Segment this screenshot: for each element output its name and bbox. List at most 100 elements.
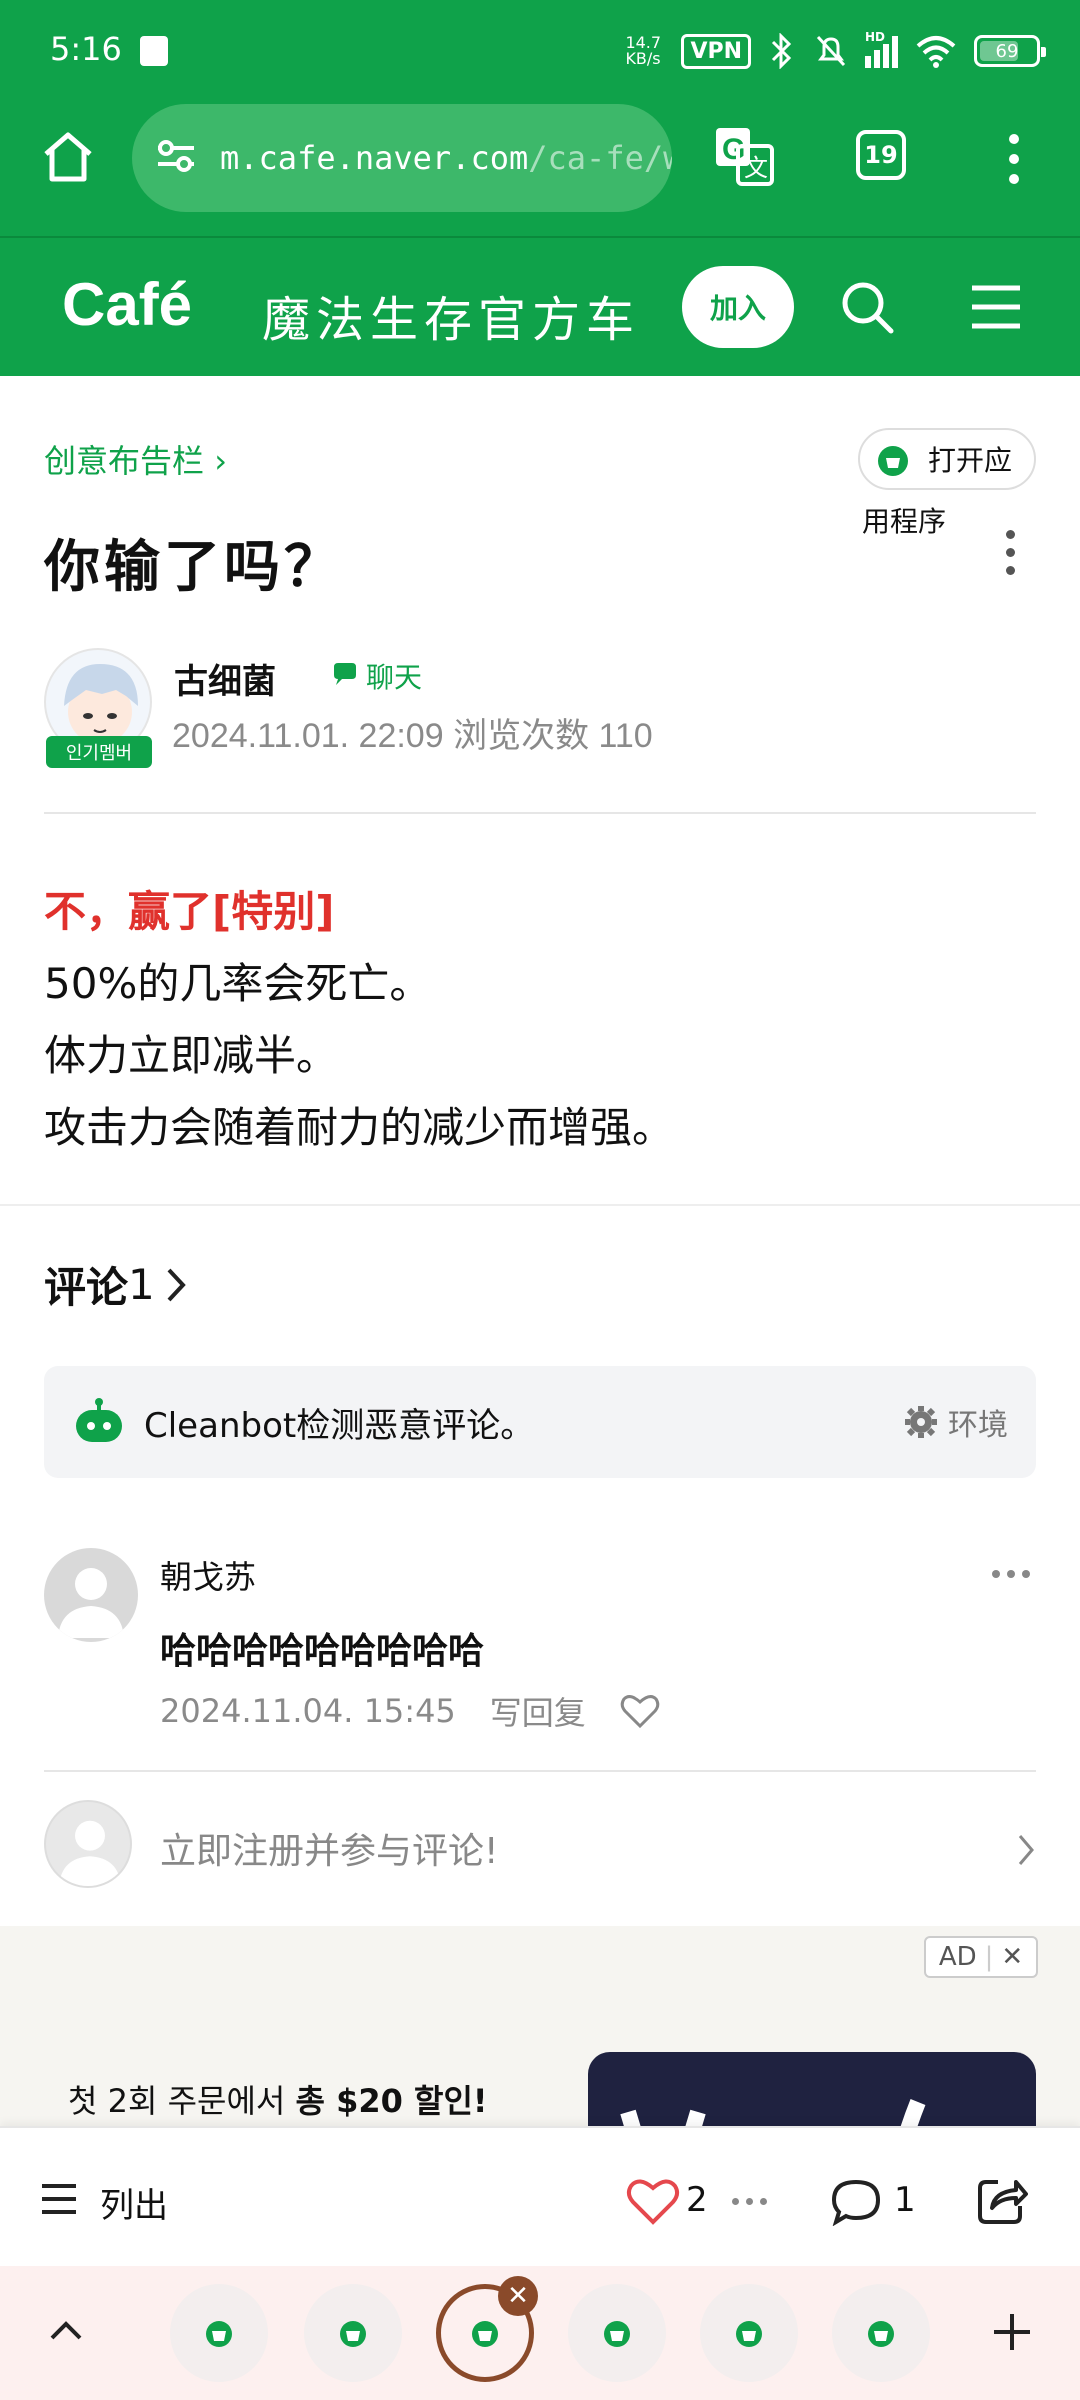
cafe-header: Café 魔法生存官方车 加入 <box>0 236 1080 376</box>
battery-level: 69 <box>995 40 1019 62</box>
cleanbot-banner: Cleanbot检测恶意评论。 环境 <box>44 1366 1036 1478</box>
comment-more-icon[interactable] <box>992 1570 1030 1578</box>
url-field[interactable]: m.cafe.naver.com/ca-fe/w <box>132 104 672 212</box>
url-path: /ca-fe/w <box>528 139 672 177</box>
post-meta: 2024.11.01. 22:09 浏览次数 110 <box>172 717 653 755</box>
url-host: m.cafe.naver.com <box>220 139 529 177</box>
chevron-right-icon[interactable] <box>1016 1832 1036 1868</box>
comments-heading[interactable]: 评论 1 <box>44 1254 187 1315</box>
post-more-icon[interactable] <box>1004 530 1016 584</box>
board-link[interactable]: 创意布告栏 › <box>44 436 227 482</box>
register-prompt[interactable]: 立即注册并参与评论! <box>160 1822 498 1874</box>
ad-banner[interactable]: AD | ✕ 첫 2회 주문에서 총 $20 할인! <box>0 1926 1080 2126</box>
wifi-icon <box>916 36 956 68</box>
chat-button[interactable]: 聊天 <box>332 656 422 696</box>
rank-badge: 인기멤버 <box>46 736 152 768</box>
ad-image <box>588 2052 1036 2126</box>
vpn-badge: VPN <box>681 33 751 69</box>
cleanbot-settings-button[interactable]: 环境 <box>904 1400 1008 1444</box>
list-icon[interactable] <box>40 2182 78 2216</box>
gear-icon <box>905 1406 937 1438</box>
tab-switcher-button[interactable]: 19 <box>856 130 906 180</box>
comment-meta: 2024.11.04. 15:45 写回复 <box>160 1688 660 1734</box>
ad-text: 첫 2회 주문에서 총 $20 할인! <box>68 2076 488 2122</box>
tab-thumbnail[interactable] <box>832 2284 930 2382</box>
mute-bell-icon <box>816 35 846 67</box>
cafe-cup-icon <box>206 2321 232 2347</box>
status-bar: 5:16 14.7 KB/s VPN HD 69 <box>0 0 1080 104</box>
site-settings-icon[interactable] <box>154 136 198 176</box>
signal-icon: HD <box>865 30 898 68</box>
close-tab-icon[interactable]: ✕ <box>498 2276 538 2316</box>
comment-date: 2024.11.04. 15:45 <box>160 1692 456 1730</box>
svg-text:G: G <box>722 133 745 166</box>
cafe-logo[interactable]: Café <box>62 270 192 339</box>
commenter-name[interactable]: 朝戈苏 <box>160 1552 256 1598</box>
home-icon[interactable] <box>40 130 96 184</box>
bluetooth-icon <box>771 33 792 69</box>
translate-icon[interactable]: G文 <box>712 124 776 188</box>
body-line: 体力立即减半。 <box>44 1031 339 1080</box>
open-app-label: 打开应 <box>927 444 1012 477</box>
cafe-name[interactable]: 魔法生存官方车 <box>262 280 640 350</box>
my-avatar <box>44 1800 132 1888</box>
tab-thumbnail[interactable] <box>304 2284 402 2382</box>
ad-text-prefix: 첫 2회 주문에서 <box>68 2082 296 2120</box>
svg-text:文: 文 <box>744 154 768 182</box>
reply-link[interactable]: 写回复 <box>490 1688 586 1734</box>
cafe-cup-icon <box>472 2321 498 2347</box>
cafe-cup-icon <box>340 2321 366 2347</box>
body-line: 50%的几率会死亡。 <box>44 959 432 1008</box>
list-label[interactable]: 列出 <box>100 2178 168 2227</box>
chevron-up-icon[interactable] <box>48 2318 84 2342</box>
cafe-cup-icon <box>868 2321 894 2347</box>
comment-icon[interactable] <box>830 2178 882 2226</box>
tab-thumbnail[interactable] <box>170 2284 268 2382</box>
body-highlight: 不，赢了[特别] <box>44 887 335 936</box>
comments-count: 1 <box>128 1260 155 1309</box>
ad-badge[interactable]: AD | ✕ <box>924 1936 1038 1978</box>
close-icon[interactable]: ✕ <box>1001 1942 1023 1972</box>
network-type: HD <box>865 30 886 44</box>
post-action-bar: 列出 2 1 <box>0 2126 1080 2266</box>
cleanbot-text: Cleanbot检测恶意评论。 <box>144 1405 535 1446</box>
default-user-icon <box>59 1820 121 1886</box>
like-count: 2 <box>686 2180 708 2220</box>
post-body: 不，赢了[特别] 50%的几率会死亡。 体力立即减半。 攻击力会随着耐力的减少而… <box>44 876 674 1164</box>
comments-label: 评论 <box>44 1263 129 1312</box>
cafe-cup-icon <box>604 2321 630 2347</box>
browser-menu-button[interactable] <box>1006 134 1022 184</box>
like-heart-icon[interactable] <box>626 2176 680 2226</box>
cafe-cup-icon <box>878 446 908 476</box>
cafe-cup-icon <box>736 2321 762 2347</box>
chat-label: 聊天 <box>366 661 423 694</box>
commenter-avatar[interactable] <box>44 1548 138 1642</box>
open-app-button[interactable]: 打开应 <box>858 428 1036 490</box>
new-tab-plus-icon[interactable] <box>992 2312 1032 2352</box>
ad-text-bold: 총 $20 할인! <box>295 2082 488 2120</box>
tab-count: 19 <box>864 141 898 169</box>
heart-icon[interactable] <box>620 1693 660 1729</box>
network-speed: 14.7 KB/s <box>625 33 662 68</box>
post-title: 你输了吗？ <box>44 535 344 600</box>
join-button[interactable]: 加入 <box>682 266 794 348</box>
body-line: 攻击力会随着耐力的减少而增强。 <box>44 1103 675 1152</box>
open-app-label-line2[interactable]: 用程序 <box>862 500 946 540</box>
tab-thumbnail[interactable] <box>568 2284 666 2382</box>
cleanbot-env-label: 环境 <box>948 1408 1008 1443</box>
battery-icon: 69 <box>974 35 1046 67</box>
author-name[interactable]: 古细菌 <box>174 654 276 703</box>
search-icon[interactable] <box>838 278 898 338</box>
tab-thumbnail[interactable] <box>700 2284 798 2382</box>
cleanbot-robot-icon <box>76 1398 122 1442</box>
chat-bubble-icon <box>334 663 356 685</box>
more-icon[interactable] <box>732 2198 767 2205</box>
board-name: 创意布告栏 <box>44 442 205 480</box>
share-icon[interactable] <box>976 2174 1028 2226</box>
browser-toolbar: m.cafe.naver.com/ca-fe/w G文 19 <box>0 104 1080 236</box>
chevron-right-icon <box>167 1268 186 1301</box>
menu-icon[interactable] <box>968 282 1024 332</box>
divider <box>44 1770 1036 1772</box>
comment-count: 1 <box>894 2180 916 2220</box>
section-divider <box>0 1204 1080 1206</box>
